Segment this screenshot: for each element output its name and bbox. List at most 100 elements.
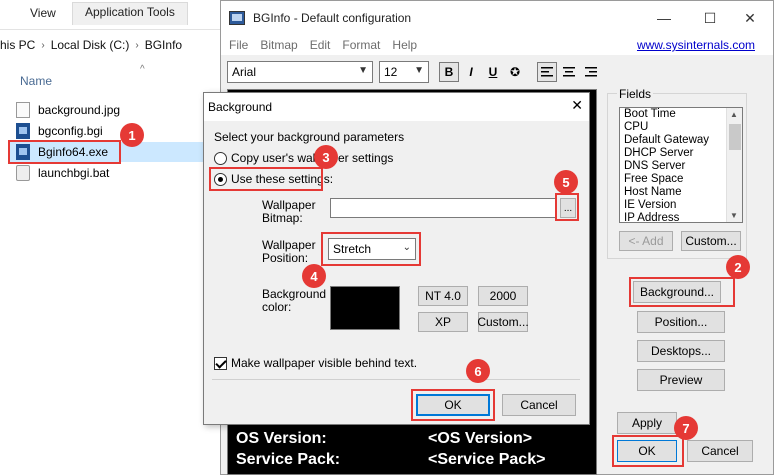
breadcrumb-this-pc[interactable]: his PC [0,38,35,52]
sysinternals-link[interactable]: www.sysinternals.com [637,38,755,52]
dialog-prompt: Select your background parameters [214,130,405,144]
color-xp-button[interactable]: XP [418,312,468,332]
file-item-background-jpg[interactable]: background.jpg [16,100,216,120]
add-field-button[interactable]: <- Add [619,231,673,251]
highlight-box-main-ok [612,435,684,467]
sort-up-icon: ^ [140,64,145,75]
chevron-down-icon: ▼ [414,65,424,76]
font-name-select[interactable]: Arial ▼ [227,61,373,83]
column-header-name[interactable]: Name [20,74,52,88]
format-toolbar: Arial ▼ 12 ▼ B I U ✪ [221,55,773,87]
editor-value-service-pack: <Service Pack> [428,451,546,468]
checkbox-label: Make wallpaper visible behind text. [231,356,418,370]
image-file-icon [16,102,30,118]
menu-edit[interactable]: Edit [310,38,331,52]
menu-bitmap[interactable]: Bitmap [260,38,297,52]
align-left-icon [541,67,553,77]
position-button[interactable]: Position... [637,311,725,333]
callout-3: 3 [314,145,338,169]
list-item[interactable]: IP Address [620,212,742,222]
font-color-button[interactable]: ✪ [505,62,525,82]
dialog-titlebar[interactable]: Background [204,93,589,121]
editor-value-os-version: <OS Version> [428,430,533,447]
chevron-down-icon: ▼ [358,65,368,76]
apply-button[interactable]: Apply [617,412,677,434]
list-item[interactable]: Host Name [620,186,742,199]
list-item[interactable]: Default Gateway [620,134,742,147]
breadcrumb-bginfo[interactable]: BGInfo [145,38,182,52]
desktops-button[interactable]: Desktops... [637,340,725,362]
font-size-value: 12 [384,65,398,79]
wallpaper-position-label-2: Position: [262,251,309,265]
highlight-box-browse [555,193,579,221]
fields-scrollbar[interactable]: ▲ ▼ [726,108,742,222]
callout-4: 4 [302,264,326,288]
bginfo-config-icon [16,123,30,139]
file-name: background.jpg [38,103,121,117]
highlight-box-dialog-ok [411,389,495,421]
background-dialog: Background ✕ Select your background para… [203,92,590,425]
dialog-cancel-button[interactable]: Cancel [502,394,576,416]
color-custom-button[interactable]: Custom... [477,312,529,332]
dialog-title: Background [208,100,273,114]
align-center-icon [563,67,575,77]
highlight-box-position [321,232,421,266]
italic-button[interactable]: I [461,62,481,82]
preview-button[interactable]: Preview [637,369,725,391]
callout-1: 1 [120,123,144,147]
radio-button[interactable] [214,151,227,165]
file-name: bgconfig.bgi [38,124,103,138]
callout-2: 2 [726,255,750,279]
underline-button[interactable]: U [483,62,503,82]
tab-application-tools[interactable]: Application Tools [72,2,188,25]
menu-format[interactable]: Format [342,38,380,52]
wallpaper-bitmap-label-1: Wallpaper [262,198,316,212]
callout-5: 5 [554,170,578,194]
align-left-button[interactable] [537,62,557,82]
wallpaper-visible-checkbox[interactable]: Make wallpaper visible behind text. [214,356,417,370]
background-color-swatch[interactable] [330,286,400,330]
scroll-thumb[interactable] [729,124,741,150]
list-item[interactable]: CPU [620,121,742,134]
menu-file[interactable]: File [229,38,248,52]
list-item[interactable]: DHCP Server [620,147,742,160]
wallpaper-position-label-1: Wallpaper [262,238,316,252]
custom-field-button[interactable]: Custom... [681,231,741,251]
list-item[interactable]: IE Version [620,199,742,212]
background-color-label-1: Background [262,287,327,301]
color-nt4-button[interactable]: NT 4.0 [418,286,468,306]
align-right-button[interactable] [581,62,601,82]
list-item[interactable]: DNS Server [620,160,742,173]
font-name-value: Arial [232,65,257,79]
editor-label-os-version: OS Version: [236,430,327,447]
dialog-close-button[interactable]: ✕ [571,97,583,114]
fields-list[interactable]: Boot Time CPU Default Gateway DHCP Serve… [619,107,743,223]
bold-button[interactable]: B [439,62,459,82]
scroll-down-icon[interactable]: ▼ [730,211,738,220]
minimize-button[interactable]: — [641,1,687,35]
file-item-bgconfig-bgi[interactable]: bgconfig.bgi [16,121,216,141]
close-button[interactable]: ✕ [727,1,773,35]
chevron-right-icon: › [41,39,45,51]
color-2000-button[interactable]: 2000 [478,286,528,306]
breadcrumb-local-disk[interactable]: Local Disk (C:) [51,38,130,52]
cancel-button[interactable]: Cancel [687,440,753,462]
font-size-select[interactable]: 12 ▼ [379,61,429,83]
checkbox[interactable] [214,356,227,370]
radio-copy-settings[interactable]: Copy user's wallpaper settings [214,151,393,165]
background-color-label-2: color: [262,300,292,314]
scroll-up-icon[interactable]: ▲ [730,110,738,119]
align-center-button[interactable] [559,62,579,82]
dialog-separator [212,379,580,380]
explorer-ribbon: View Application Tools [0,0,222,30]
menu-help[interactable]: Help [392,38,417,52]
wallpaper-bitmap-input[interactable] [330,198,556,218]
breadcrumb[interactable]: his PC › Local Disk (C:) › BGInfo [0,32,222,58]
file-item-launchbgi-bat[interactable]: launchbgi.bat [16,163,216,183]
file-name: launchbgi.bat [38,166,110,180]
chevron-right-icon: › [135,39,139,51]
list-item[interactable]: Free Space [620,173,742,186]
list-item[interactable]: Boot Time [620,108,742,121]
tab-view[interactable]: View [30,6,56,20]
radio-copy-label: Copy user's wallpaper settings [231,151,394,165]
